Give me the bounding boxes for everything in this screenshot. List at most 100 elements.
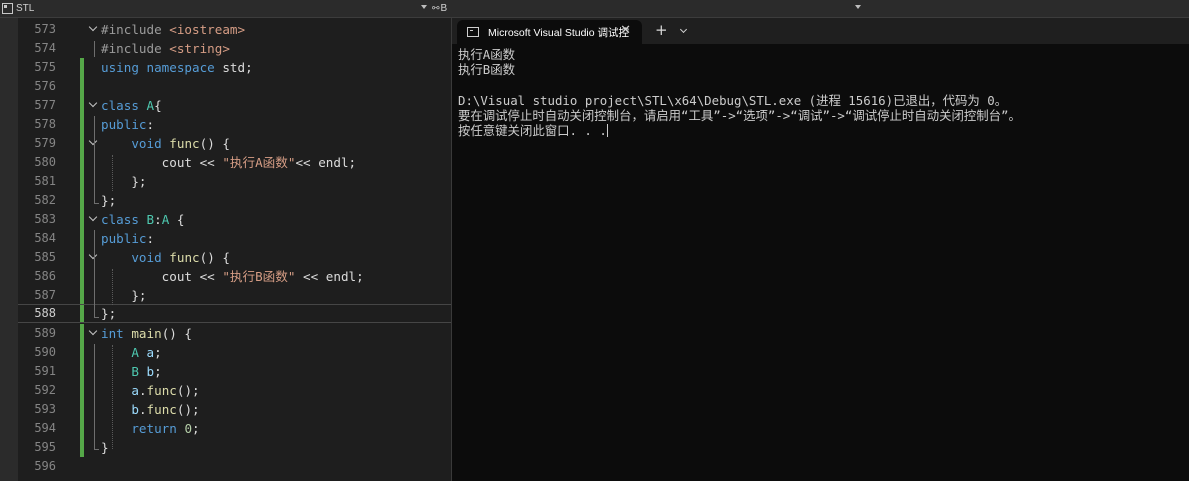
code-line[interactable]: 574 #include <string> bbox=[18, 39, 451, 58]
line-number: 588 bbox=[34, 306, 56, 320]
indent-guide bbox=[94, 116, 95, 204]
line-number: 589 bbox=[34, 326, 56, 340]
console-line: 执行A函数 bbox=[458, 47, 516, 62]
indent-guide bbox=[94, 203, 99, 204]
code-line[interactable]: 583 class B:A { bbox=[18, 210, 451, 229]
change-marker bbox=[80, 267, 84, 286]
member-name: B bbox=[440, 2, 448, 14]
code-line[interactable]: 592 a.func(); bbox=[18, 381, 451, 400]
line-number: 575 bbox=[34, 60, 56, 74]
console-line: 按任意键关闭此窗口. . . bbox=[458, 123, 607, 138]
line-number: 580 bbox=[34, 155, 56, 169]
code-line[interactable]: 596 bbox=[18, 457, 451, 476]
indent-guide bbox=[94, 449, 99, 450]
line-number: 583 bbox=[34, 212, 56, 226]
change-marker bbox=[80, 191, 84, 210]
code-line[interactable]: 581 }; bbox=[18, 172, 451, 191]
chevron-down-icon[interactable] bbox=[421, 5, 427, 9]
code-line[interactable]: 575 using namespace std; bbox=[18, 58, 451, 77]
console-output[interactable]: 执行A函数 执行B函数 D:\Visual studio project\STL\x… bbox=[458, 47, 1186, 138]
indent-guide bbox=[94, 317, 99, 318]
line-number: 593 bbox=[34, 402, 56, 416]
change-marker bbox=[80, 58, 84, 77]
code-line[interactable]: 587 }; bbox=[18, 286, 451, 305]
code-text: cout << "执行A函数"<< endl; bbox=[101, 155, 357, 170]
line-number: 582 bbox=[34, 193, 56, 207]
code-line[interactable]: 584 public: bbox=[18, 229, 451, 248]
line-number: 577 bbox=[34, 98, 56, 112]
change-marker bbox=[80, 210, 84, 229]
code-line[interactable]: 593 b.func(); bbox=[18, 400, 451, 419]
indent-guide bbox=[112, 155, 113, 191]
change-marker bbox=[80, 77, 84, 96]
change-marker bbox=[80, 324, 84, 343]
code-text: b.func(); bbox=[131, 402, 200, 417]
project-name: STL bbox=[16, 2, 35, 14]
fold-chevron-icon[interactable] bbox=[89, 23, 98, 32]
new-tab-button[interactable]: + bbox=[655, 22, 668, 38]
code-line[interactable]: 579 void func() { bbox=[18, 134, 451, 153]
indent-guide bbox=[112, 345, 113, 449]
line-number: 587 bbox=[34, 288, 56, 302]
terminal-window[interactable]: Microsoft Visual Studio 调试控 ✕ + 执行A函数 执行B… bbox=[451, 18, 1189, 481]
change-marker bbox=[80, 248, 84, 267]
line-number: 585 bbox=[34, 250, 56, 264]
line-number: 581 bbox=[34, 174, 56, 188]
terminal-tab[interactable]: Microsoft Visual Studio 调试控 ✕ bbox=[457, 20, 642, 44]
change-marker bbox=[80, 172, 84, 191]
code-line[interactable]: 577 class A{ bbox=[18, 96, 451, 115]
fold-chevron-icon[interactable] bbox=[89, 213, 98, 222]
code-line[interactable]: 573 #include <iostream> bbox=[18, 20, 451, 39]
change-marker bbox=[80, 115, 84, 134]
code-line[interactable]: 591 B b; bbox=[18, 362, 451, 381]
code-line[interactable]: 582 }; bbox=[18, 191, 451, 210]
console-prompt-line: 按任意键关闭此窗口. . . bbox=[458, 123, 1186, 138]
code-editor[interactable]: 573 #include <iostream> 574 #include <st… bbox=[0, 18, 451, 481]
line-number: 595 bbox=[34, 440, 56, 454]
line-number: 590 bbox=[34, 345, 56, 359]
chevron-down-icon[interactable] bbox=[679, 25, 688, 34]
code-line[interactable]: 576 bbox=[18, 77, 451, 96]
close-icon[interactable]: ✕ bbox=[620, 24, 631, 38]
code-text: #include <string> bbox=[101, 41, 230, 56]
change-marker bbox=[80, 286, 84, 305]
code-text: int main() { bbox=[101, 326, 193, 341]
current-code-line[interactable]: 588 }; bbox=[18, 304, 451, 323]
line-number: 576 bbox=[34, 79, 56, 93]
change-marker bbox=[80, 96, 84, 115]
line-number: 591 bbox=[34, 364, 56, 378]
code-line[interactable]: 578 public: bbox=[18, 115, 451, 134]
code-text: }; bbox=[101, 288, 147, 303]
change-marker bbox=[80, 400, 84, 419]
chevron-down-icon[interactable] bbox=[855, 5, 861, 9]
code-line[interactable]: 580 cout << "执行A函数"<< endl; bbox=[18, 153, 451, 172]
code-text: using namespace std; bbox=[101, 60, 253, 75]
change-marker bbox=[80, 153, 84, 172]
line-number: 596 bbox=[34, 459, 56, 473]
code-text: cout << "执行B函数" << endl; bbox=[101, 269, 364, 284]
line-number: 574 bbox=[34, 41, 56, 55]
change-marker bbox=[80, 419, 84, 438]
code-text: void func() { bbox=[131, 250, 230, 265]
project-dropdown[interactable]: STL bbox=[2, 1, 427, 15]
line-number: 586 bbox=[34, 269, 56, 283]
glyph-margin bbox=[0, 18, 18, 481]
terminal-icon bbox=[467, 27, 479, 37]
member-icon: ⚯ bbox=[432, 2, 440, 13]
code-line[interactable]: 595 } bbox=[18, 438, 451, 457]
code-line[interactable]: 589 int main() { bbox=[18, 324, 451, 343]
fold-chevron-icon[interactable] bbox=[89, 327, 98, 336]
fold-chevron-icon[interactable] bbox=[89, 99, 98, 108]
code-line[interactable]: 585 void func() { bbox=[18, 248, 451, 267]
line-number: 592 bbox=[34, 383, 56, 397]
line-number: 579 bbox=[34, 136, 56, 150]
member-dropdown[interactable]: ⚯ B bbox=[432, 1, 447, 15]
indent-guide bbox=[94, 344, 95, 450]
code-line[interactable]: 590 A a; bbox=[18, 343, 451, 362]
code-line[interactable]: 586 cout << "执行B函数" << endl; bbox=[18, 267, 451, 286]
indent-guide bbox=[94, 230, 95, 318]
code-text: class B:A { bbox=[101, 212, 185, 227]
code-text: }; bbox=[101, 306, 117, 321]
code-text: public: bbox=[101, 117, 155, 132]
code-line[interactable]: 594 return 0; bbox=[18, 419, 451, 438]
